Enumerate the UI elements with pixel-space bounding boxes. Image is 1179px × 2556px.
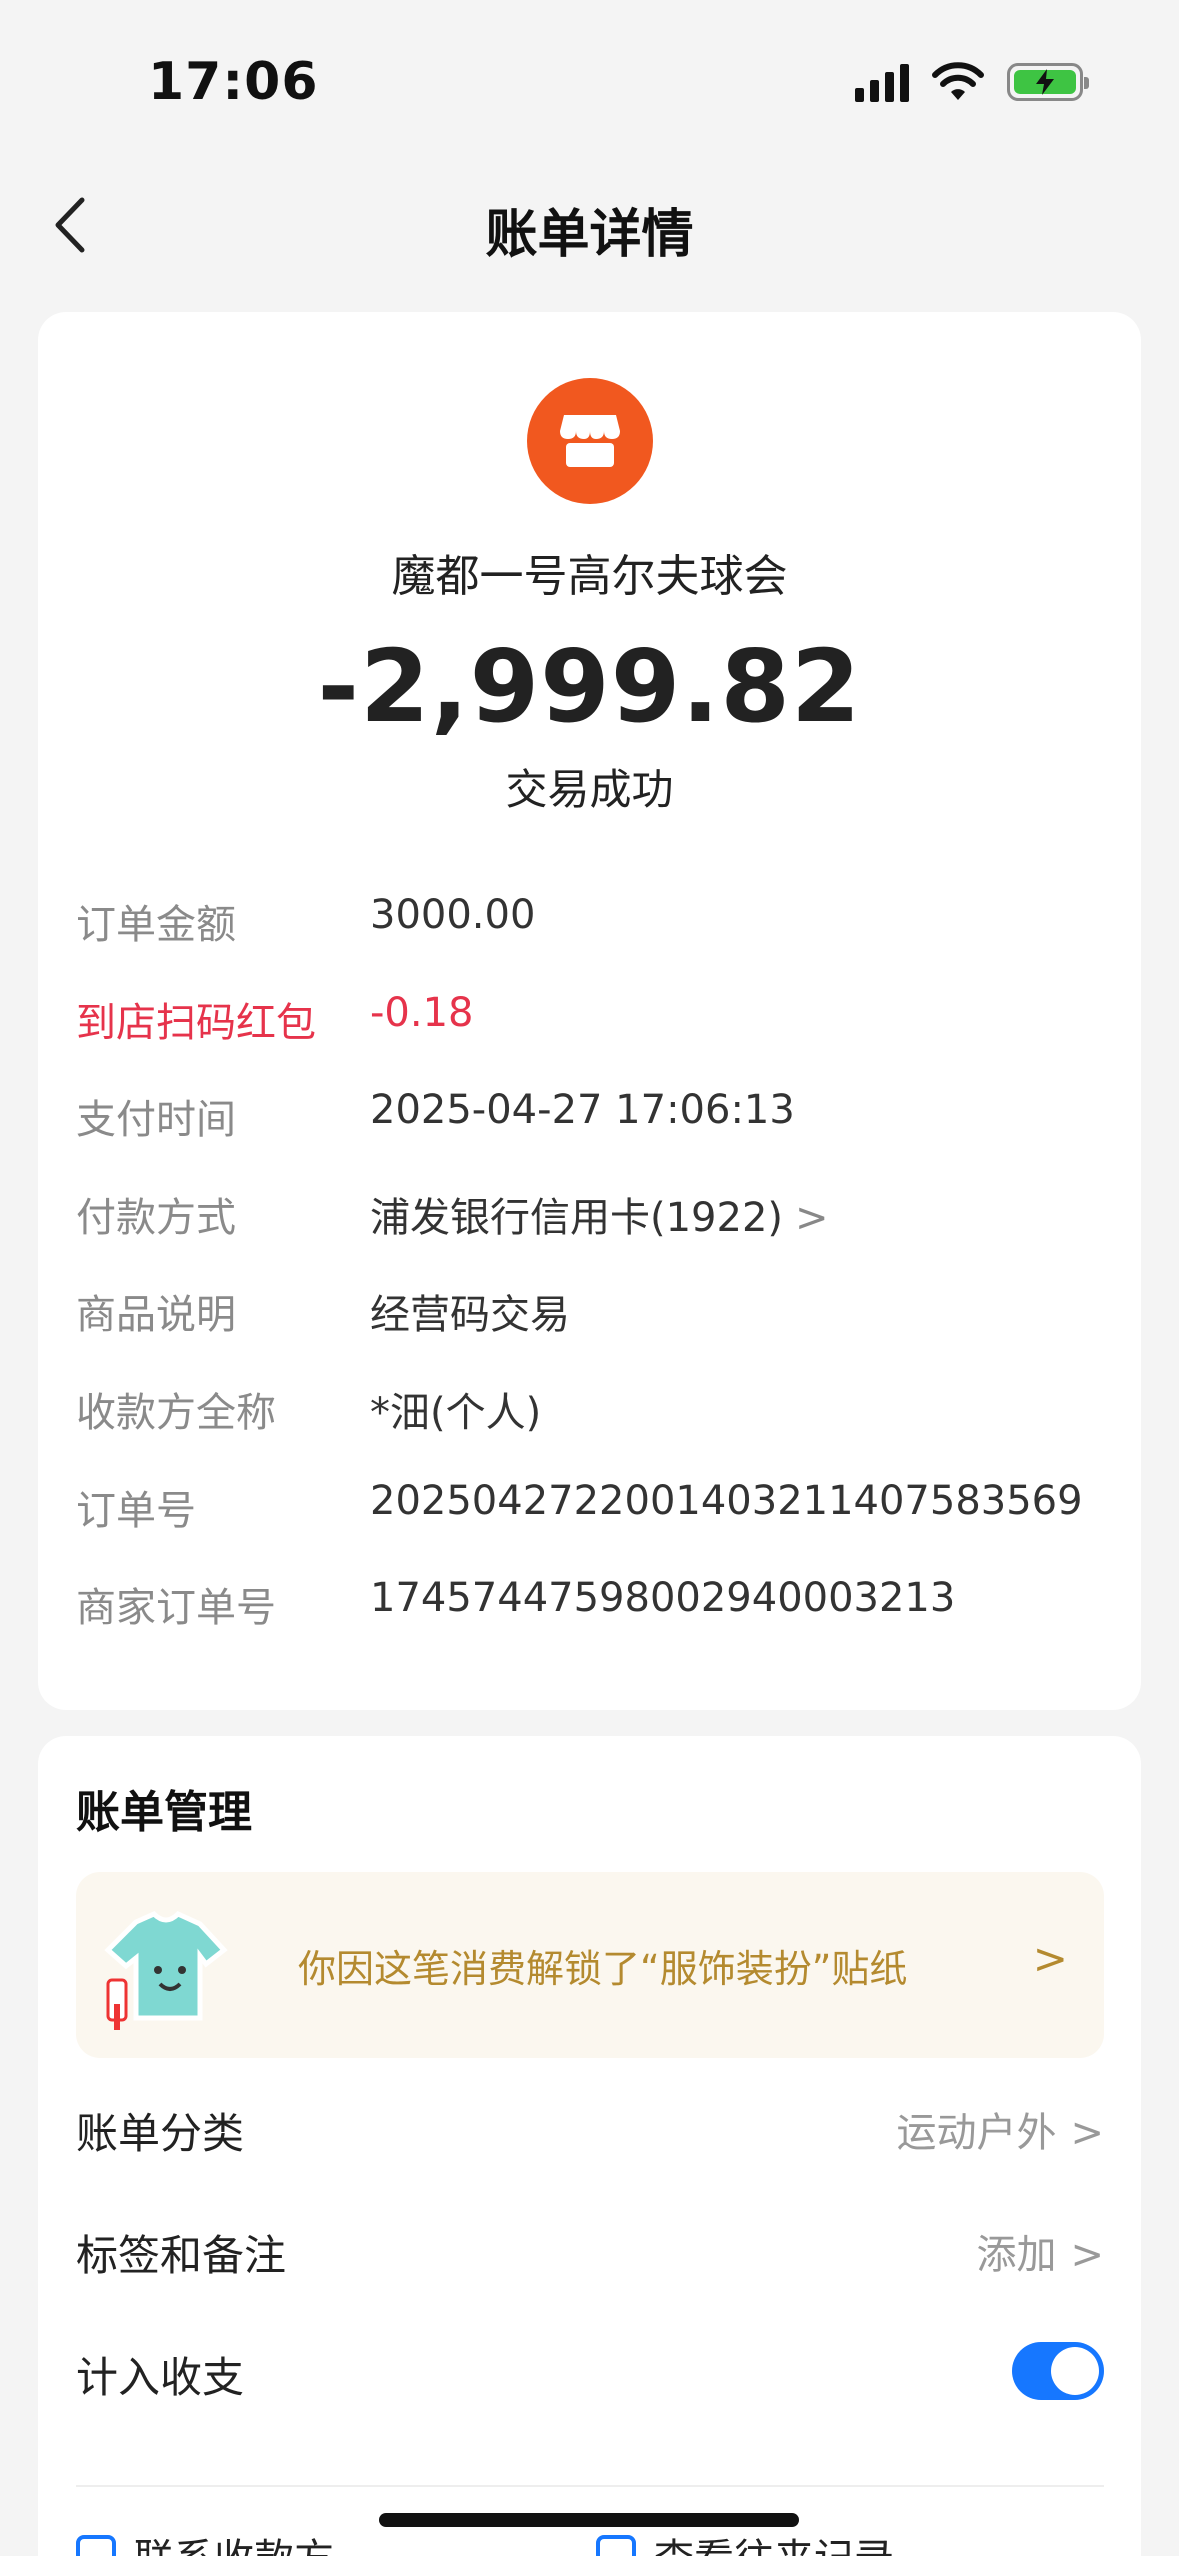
chevron-right-icon: > — [1070, 2110, 1104, 2156]
chevron-right-icon: > — [1032, 1934, 1068, 1983]
detail-label: 订单号 — [76, 1487, 196, 1534]
setting-label: 标签和备注 — [76, 2231, 287, 2280]
store-icon — [560, 415, 620, 467]
tshirt-sticker-icon — [104, 1911, 228, 2030]
include-in-budget-toggle[interactable] — [1012, 2342, 1104, 2400]
link-label: 查看往来记录 — [654, 2526, 894, 2556]
detail-value: 2025-04-27 17:06:13 — [370, 1087, 795, 1134]
chevron-right-icon: > — [795, 1194, 829, 1241]
home-indicator — [379, 2513, 799, 2527]
contact-payee-link[interactable]: 联系收款方 — [76, 2526, 334, 2556]
detail-value: 浦发银行信用卡(1922) — [370, 1194, 784, 1241]
detail-label: 支付时间 — [76, 1097, 236, 1144]
category-value: 运动户外 — [896, 2110, 1057, 2156]
payment-method-link[interactable]: 浦发银行信用卡(1922) > — [370, 1185, 829, 1243]
section-title: 账单管理 — [76, 1787, 252, 1838]
status-bar: 17:06 — [0, 0, 1179, 150]
link-label: 联系收款方 — [134, 2526, 334, 2556]
status-time: 17:06 — [148, 52, 319, 112]
detail-label: 商家订单号 — [76, 1585, 276, 1632]
add-tags-value: 添加 — [976, 2232, 1057, 2278]
detail-row-red-packet: 到店扫码红包 -0.18 — [76, 990, 1106, 1088]
detail-value: 经营码交易 — [370, 1292, 570, 1339]
status-icons — [855, 62, 1089, 102]
detail-row-pay-time: 支付时间 2025-04-27 17:06:13 — [76, 1087, 1106, 1185]
detail-value: -0.18 — [370, 989, 474, 1036]
page-title: 账单详情 — [485, 205, 694, 265]
transaction-amount: -2,999.82 — [317, 628, 862, 745]
setting-value: 添加 > — [976, 2222, 1104, 2280]
include-in-budget-row: 计入收支 — [76, 2318, 1104, 2418]
detail-row-payee: 收款方全称 *沺(个人) — [76, 1380, 1106, 1478]
sticker-banner-text: 你因这笔消费解锁了“服饰装扮”贴纸 — [298, 1947, 908, 1991]
detail-row-order-amount: 订单金额 3000.00 — [76, 892, 1106, 990]
wifi-icon — [932, 62, 984, 100]
tags-notes-row[interactable]: 标签和备注 添加 > — [76, 2196, 1104, 2296]
sticker-banner[interactable]: 你因这笔消费解锁了“服饰装扮”贴纸 > — [76, 1872, 1104, 2058]
detail-list: 订单金额 3000.00 到店扫码红包 -0.18 支付时间 2025-04-2… — [76, 892, 1106, 1673]
transaction-card: 魔都一号高尔夫球会 -2,999.82 交易成功 订单金额 3000.00 到店… — [38, 312, 1141, 1710]
divider — [76, 2485, 1104, 2487]
history-icon — [596, 2535, 636, 2556]
merchant-name: 魔都一号高尔夫球会 — [391, 551, 788, 602]
merchant-logo — [527, 378, 653, 504]
detail-label: 收款方全称 — [76, 1389, 276, 1436]
detail-value: 2025042722001403211407583569 — [370, 1477, 1083, 1524]
detail-label: 付款方式 — [76, 1194, 236, 1241]
setting-label: 账单分类 — [76, 2109, 245, 2158]
transaction-status: 交易成功 — [505, 765, 674, 814]
bottom-links: 联系收款方 查看往来记录 — [76, 2526, 1104, 2556]
chevron-right-icon: > — [1070, 2232, 1104, 2278]
setting-label: 计入收支 — [76, 2353, 245, 2402]
detail-label: 订单金额 — [76, 902, 236, 948]
detail-row-order-id: 订单号 2025042722001403211407583569 — [76, 1478, 1106, 1576]
detail-label: 到店扫码红包 — [76, 999, 316, 1046]
detail-row-payment-method[interactable]: 付款方式 浦发银行信用卡(1922) > — [76, 1185, 1106, 1283]
nav-bar: 账单详情 — [0, 170, 1179, 280]
cellular-signal-icon — [855, 62, 909, 102]
setting-value: 运动户外 > — [896, 2100, 1104, 2158]
detail-row-product-desc: 商品说明 经营码交易 — [76, 1282, 1106, 1380]
detail-value: 17457447598002940003213 — [370, 1575, 956, 1622]
detail-value: *沺(个人) — [370, 1389, 542, 1436]
chat-icon — [76, 2535, 116, 2556]
battery-icon — [1007, 63, 1089, 101]
bill-category-row[interactable]: 账单分类 运动户外 > — [76, 2074, 1104, 2174]
bill-management-card: 账单管理 你因这笔消费解锁了“服饰装扮”贴纸 > 账单分类 运动户外 > 标签和备… — [38, 1736, 1141, 2556]
detail-label: 商品说明 — [76, 1292, 236, 1339]
view-history-link[interactable]: 查看往来记录 — [596, 2526, 894, 2556]
detail-row-merchant-order-id: 商家订单号 17457447598002940003213 — [76, 1575, 1106, 1673]
detail-value: 3000.00 — [370, 892, 536, 938]
toggle-knob — [1051, 2347, 1099, 2395]
